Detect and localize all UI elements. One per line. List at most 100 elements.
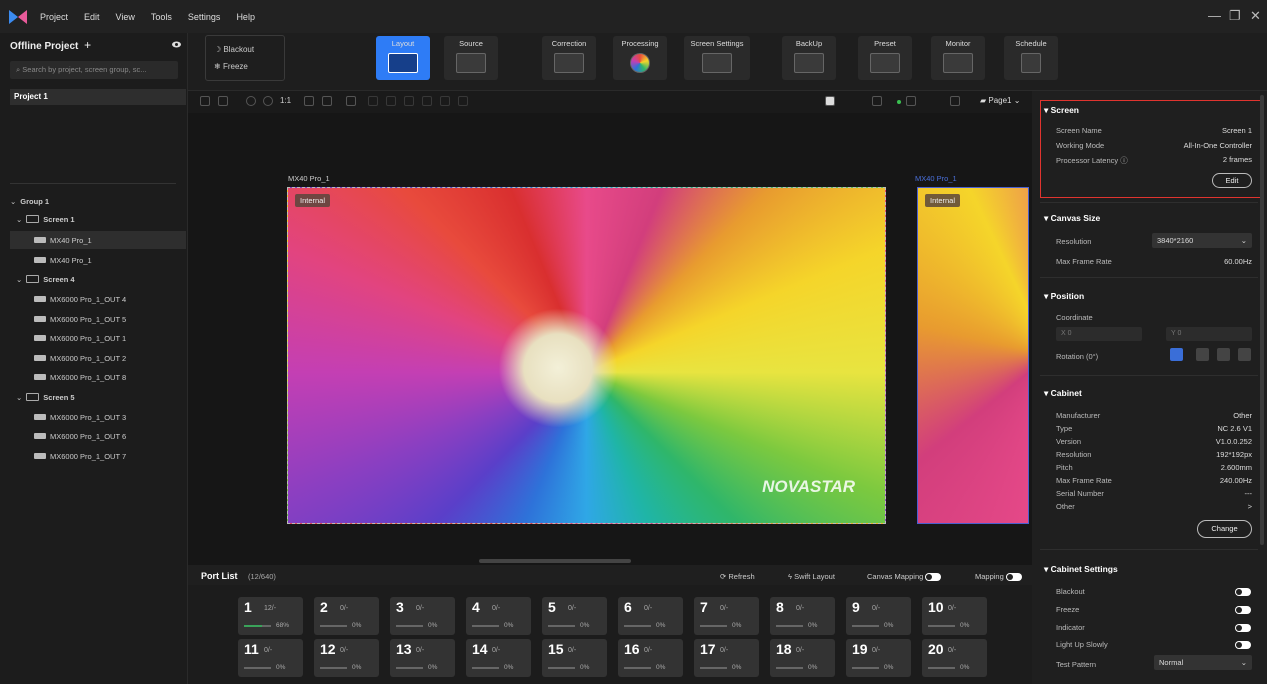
tab-preset[interactable]: Preset: [858, 36, 912, 80]
layout-canvas[interactable]: MX40 Pro_1 Internal NOVASTAR MX40 Pro_1 …: [188, 113, 1032, 565]
tree-output[interactable]: MX6000 Pro_1_OUT 8: [10, 368, 126, 386]
port-card[interactable]: 13 0/- 0%: [390, 639, 455, 677]
mapping-toggle[interactable]: Mapping: [975, 572, 1022, 582]
layers-icon[interactable]: [950, 96, 960, 106]
menu-settings[interactable]: Settings: [188, 12, 221, 22]
camera-icon[interactable]: [825, 96, 835, 106]
distribute-icon[interactable]: [440, 96, 450, 106]
center-icon[interactable]: [322, 96, 332, 106]
tab-source[interactable]: Source: [444, 36, 498, 80]
redo-icon[interactable]: [218, 96, 228, 106]
page-select[interactable]: ▰ Page1 ⌄: [980, 96, 1020, 105]
rotate-270-button[interactable]: [1238, 348, 1251, 361]
freeze-button[interactable]: ❄ Freeze: [214, 62, 284, 71]
section-position[interactable]: ▾ Position: [1044, 291, 1084, 302]
tab-processing[interactable]: Processing: [613, 36, 667, 80]
port-card[interactable]: 6 0/- 0%: [618, 597, 683, 635]
freeze-toggle[interactable]: [1235, 606, 1251, 614]
tree-output[interactable]: MX6000 Pro_1_OUT 6: [10, 427, 126, 445]
blackout-toggle[interactable]: [1235, 588, 1251, 596]
tree-cabinet[interactable]: MX40 Pro_1: [10, 251, 92, 269]
port-card[interactable]: 11 0/- 0%: [238, 639, 303, 677]
rotate-0-button[interactable]: [1170, 348, 1183, 361]
tree-group-1[interactable]: ⌄ Group 1: [10, 192, 49, 210]
port-card[interactable]: 2 0/- 0%: [314, 597, 379, 635]
tree-output[interactable]: MX6000 Pro_1_OUT 1: [10, 329, 126, 347]
toggle-switch[interactable]: [1005, 573, 1022, 582]
tab-screen-settings[interactable]: Screen Settings: [684, 36, 750, 80]
undo-icon[interactable]: [200, 96, 210, 106]
port-card[interactable]: 10 0/- 0%: [922, 597, 987, 635]
port-card[interactable]: 20 0/- 0%: [922, 639, 987, 677]
zoom-actual-button[interactable]: 1:1: [280, 96, 291, 105]
eye-icon[interactable]: [172, 41, 181, 50]
tree-screen-4[interactable]: ⌄ Screen 4: [10, 270, 75, 288]
cabinet-row[interactable]: Other >: [1056, 502, 1252, 511]
port-card[interactable]: 5 0/- 0%: [542, 597, 607, 635]
close-icon[interactable]: ✕: [1250, 8, 1261, 24]
tree-output[interactable]: MX6000 Pro_1_OUT 4: [10, 290, 126, 308]
align-right-icon[interactable]: [404, 96, 414, 106]
rotate-180-button[interactable]: [1217, 348, 1230, 361]
port-card[interactable]: 4 0/- 0%: [466, 597, 531, 635]
tab-backup[interactable]: BackUp: [782, 36, 836, 80]
section-screen[interactable]: ▾ Screen: [1044, 105, 1079, 116]
align-center-icon[interactable]: [386, 96, 396, 106]
menu-project[interactable]: Project: [40, 12, 68, 22]
fit-icon[interactable]: [304, 96, 314, 106]
y-input[interactable]: Y 0: [1166, 327, 1252, 341]
tree-screen-5[interactable]: ⌄ Screen 5: [10, 388, 75, 406]
tree-cabinet[interactable]: MX40 Pro_1: [10, 231, 186, 249]
tab-correction[interactable]: Correction: [542, 36, 596, 80]
blackout-button[interactable]: ☽ Blackout: [214, 45, 284, 54]
port-card[interactable]: 12 0/- 0%: [314, 639, 379, 677]
canvas-mapping-toggle[interactable]: Canvas Mapping: [867, 572, 942, 582]
menu-help[interactable]: Help: [236, 12, 255, 22]
change-button[interactable]: Change: [1197, 520, 1252, 538]
tree-output[interactable]: MX6000 Pro_1_OUT 5: [10, 310, 126, 328]
align-top-icon[interactable]: [422, 96, 432, 106]
menu-edit[interactable]: Edit: [84, 12, 100, 22]
port-card[interactable]: 18 0/- 0%: [770, 639, 835, 677]
refresh-button[interactable]: ⟳ Refresh: [720, 572, 755, 581]
port-card[interactable]: 15 0/- 0%: [542, 639, 607, 677]
align-left-icon[interactable]: [368, 96, 378, 106]
port-card[interactable]: 9 0/- 0%: [846, 597, 911, 635]
test-pattern-select[interactable]: Normal ⌄: [1154, 655, 1252, 670]
monitor-view-icon[interactable]: [906, 96, 916, 106]
tab-monitor[interactable]: Monitor: [931, 36, 985, 80]
menu-view[interactable]: View: [116, 12, 135, 22]
tree-output[interactable]: MX6000 Pro_1_OUT 2: [10, 349, 126, 367]
resolution-select[interactable]: 3840*2160 ⌄: [1152, 233, 1252, 248]
port-card[interactable]: 8 0/- 0%: [770, 597, 835, 635]
screen-preview-selected[interactable]: Internal: [917, 187, 1029, 524]
port-card[interactable]: 19 0/- 0%: [846, 639, 911, 677]
light-up-toggle[interactable]: [1235, 641, 1251, 649]
minimize-icon[interactable]: —: [1208, 8, 1221, 23]
tab-schedule[interactable]: Schedule: [1004, 36, 1058, 80]
search-input[interactable]: ⌕ Search by project, screen group, sc...: [10, 61, 178, 79]
port-card[interactable]: 16 0/- 0%: [618, 639, 683, 677]
section-cabinet-settings[interactable]: ▾ Cabinet Settings: [1044, 564, 1118, 575]
port-card[interactable]: 14 0/- 0%: [466, 639, 531, 677]
swift-layout-button[interactable]: ϟ Swift Layout: [788, 572, 835, 581]
horizontal-scrollbar[interactable]: [479, 559, 631, 563]
edit-button[interactable]: Edit: [1212, 173, 1252, 188]
screen-preview[interactable]: Internal NOVASTAR: [287, 187, 886, 524]
zoom-out-icon[interactable]: [246, 96, 256, 106]
indicator-toggle[interactable]: [1235, 624, 1251, 632]
section-canvas-size[interactable]: ▾ Canvas Size: [1044, 213, 1100, 224]
tab-layout[interactable]: Layout: [376, 36, 430, 80]
port-card[interactable]: 1 12/- 68%: [238, 597, 303, 635]
tree-screen-1[interactable]: ⌄ Screen 1: [10, 210, 75, 228]
grid-icon[interactable]: [346, 96, 356, 106]
port-card[interactable]: 17 0/- 0%: [694, 639, 759, 677]
info-icon[interactable]: ⓘ: [1120, 156, 1128, 165]
port-card[interactable]: 7 0/- 0%: [694, 597, 759, 635]
project-item[interactable]: Project 1: [10, 89, 186, 105]
section-cabinet[interactable]: ▾ Cabinet: [1044, 388, 1082, 399]
tree-output[interactable]: MX6000 Pro_1_OUT 7: [10, 447, 126, 465]
zoom-in-icon[interactable]: [263, 96, 273, 106]
x-input[interactable]: X 0: [1056, 327, 1142, 341]
vertical-scrollbar[interactable]: [1260, 95, 1264, 545]
